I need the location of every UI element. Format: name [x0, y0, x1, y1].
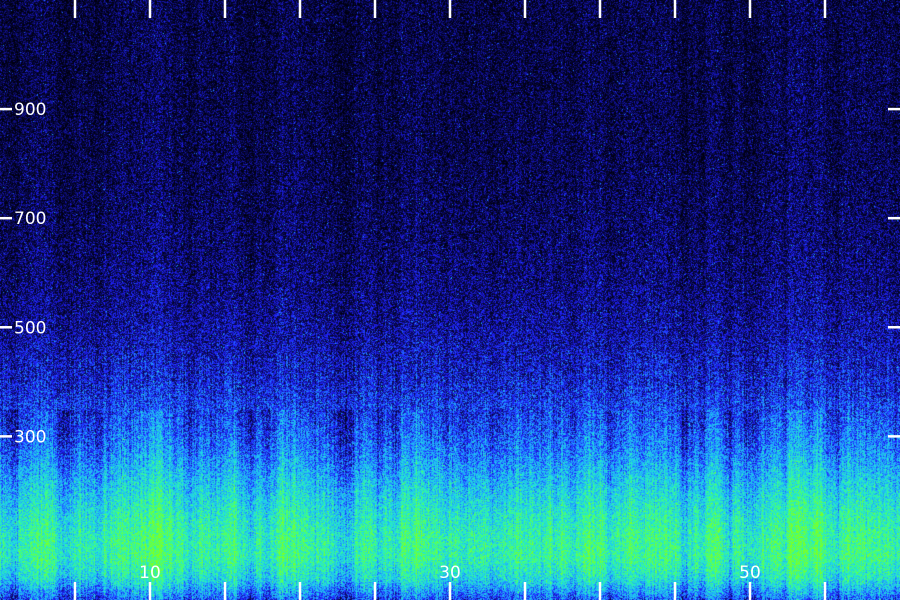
y-tick-label: 900: [14, 100, 46, 120]
x-tick-label: 30: [439, 563, 461, 583]
x-tick-label: 50: [739, 563, 761, 583]
x-tick-label: 10: [139, 563, 161, 583]
y-tick-label: 500: [14, 318, 46, 338]
y-tick-label: 300: [14, 427, 46, 447]
y-tick-label: 700: [14, 209, 46, 229]
axes-overlay: 10 30 50 900 700 500 300: [0, 0, 900, 600]
spectrogram-chart: 10 30 50 900 700 500 300: [0, 0, 900, 600]
